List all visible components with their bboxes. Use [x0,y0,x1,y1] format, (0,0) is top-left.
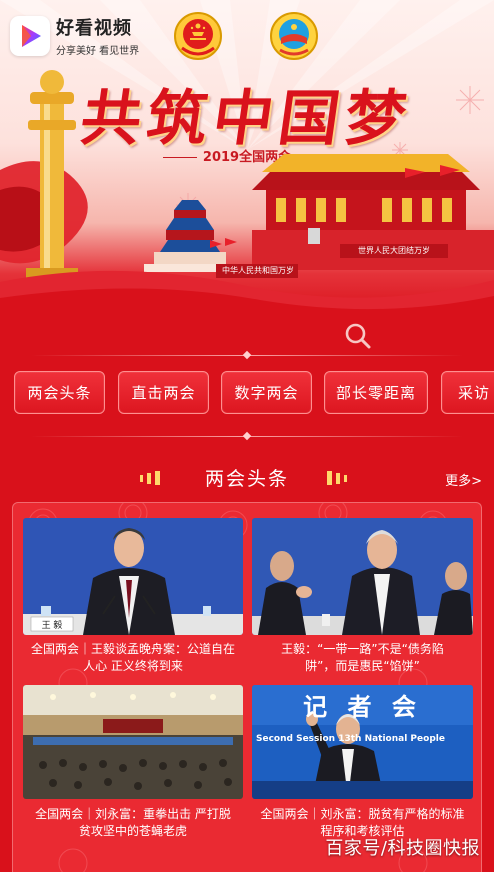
press-backdrop-title: 记 者 会 [303,692,422,721]
tab-interview[interactable]: 采访 [441,371,494,414]
news-thumbnail-2 [252,518,473,635]
news-card-4[interactable]: 记 者 会 Second Session 13th National Peopl… [252,685,473,845]
category-tabs: 两会头条 直击两会 数字两会 部长零距离 采访 [14,371,494,415]
news-caption-1: 全国两会｜王毅谈孟晚舟案：公道自在 人心 正义终将到来 [30,642,235,673]
watermark: 百家号/科技圈快报 [325,838,480,859]
tab-ministers[interactable]: 部长零距离 [324,371,428,414]
more-link[interactable]: 更多> [445,470,482,489]
search-button[interactable] [336,318,380,354]
press-backdrop-subtitle: Second Session 13th National People [256,734,445,744]
news-card-3[interactable]: 全国两会｜刘永富：重拳出击 严打脱 贫攻坚中的苍蝇老虎 [23,685,243,845]
speaker-nameplate: 王 毅 [41,621,63,631]
hero-banner: 好看视频 分享美好 看见世界 共筑中国梦 2019全国两会 中华人民共和国万岁 … [0,0,494,318]
banner-right-text: 世界人民大团结万岁 [358,246,430,255]
news-caption-3: 全国两会｜刘永富：重拳出击 严打脱 贫攻坚中的苍蝇老虎 [35,807,231,838]
news-caption-2: 王毅：“一带一路”不是“债务陷 阱”，而是惠民“馅饼” [281,642,444,673]
news-thumbnail-3 [23,685,243,799]
title-decoration-right [327,471,347,485]
news-card-1[interactable]: 王 毅 全国两会｜王毅谈孟晚舟案：公道自在 人心 正义终将到来 [23,518,243,678]
tab-live[interactable]: 直击两会 [118,371,209,414]
banner-left-text: 中华人民共和国万岁 [222,266,294,275]
news-card-2[interactable]: 王毅：“一带一路”不是“债务陷 阱”，而是惠民“馅饼” [252,518,473,678]
tab-headlines[interactable]: 两会头条 [14,371,105,414]
search-icon [345,323,371,349]
section-title: 两会头条 [204,468,289,490]
news-panel: 王 毅 全国两会｜王毅谈孟晚舟案：公道自在 人心 正义终将到来 王毅：“一带一路… [12,502,482,872]
tab-numbers[interactable]: 数字两会 [221,371,312,414]
divider-bottom [30,431,464,441]
divider-top [30,350,464,360]
